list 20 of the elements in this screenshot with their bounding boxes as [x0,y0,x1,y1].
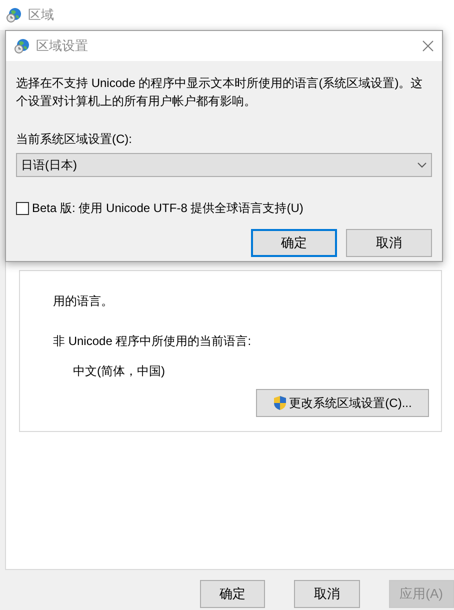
window-title: 区域 [28,6,54,24]
dialog-button[interactable]: 确定 [251,229,337,257]
beta-label: Beta 版: 使用 Unicode UTF-8 提供全球语言支持(U) [32,200,304,217]
language-label: 非 Unicode 程序中所使用的当前语言: [53,333,252,350]
chevron-down-icon [417,162,427,168]
select-label: 当前系统区域设置(C): [16,131,133,148]
language-value: 中文(简体，中国) [73,363,166,380]
locale-select[interactable]: 日语(日本) [16,153,432,177]
close-icon[interactable] [422,40,434,52]
dialog-button[interactable]: 确定 [200,580,266,608]
shield-icon [273,395,288,411]
dialog-title: 区域设置 [36,37,89,56]
dialog-button[interactable]: 取消 [294,580,360,608]
change-locale-button[interactable]: 更改系统区域设置(C)... [256,389,429,417]
description-text: 选择在不支持 Unicode 的程序中显示文本时所使用的语言(系统区域设置)。这个设置对计算机上的所有用户帐户都有影响。 [16,75,424,110]
dialog-button[interactable]: 取消 [346,229,432,257]
globe-icon [14,38,30,54]
beta-checkbox[interactable] [16,202,29,214]
description-text: 用的语言。 [53,293,114,310]
globe-icon [6,7,22,23]
